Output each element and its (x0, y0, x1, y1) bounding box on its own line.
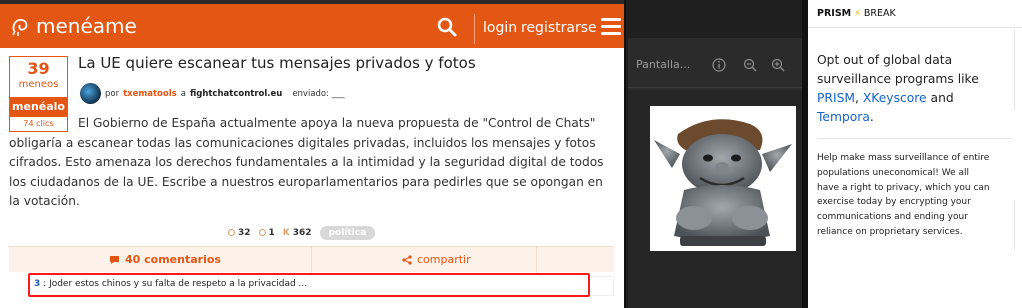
login-link[interactable]: login (483, 20, 517, 36)
brand-rest: BREAK (863, 8, 896, 19)
logo-text: menéame (36, 14, 137, 38)
comment-separator: : (43, 279, 47, 289)
karma: K 362 (282, 228, 312, 238)
prism-body: Help make mass surveillance of entire po… (817, 153, 990, 237)
divider (817, 138, 1012, 139)
viewer-titlebar (628, 0, 802, 38)
sent-label: enviado: ___ (292, 88, 345, 99)
category-tag[interactable]: política (319, 226, 376, 240)
comment-number: 3 (34, 279, 41, 289)
prism-header: PRISM ⚡ BREAK (808, 0, 1022, 28)
action-divider (311, 247, 312, 273)
votes-label: meneos (18, 79, 59, 90)
card-edge (1014, 30, 1022, 110)
comments-icon (110, 255, 119, 264)
brand-bold: PRISM (817, 8, 852, 19)
info-icon[interactable] (712, 58, 726, 72)
comments-button[interactable]: 40 comentarios (109, 253, 221, 266)
karma-icon: K (282, 228, 290, 238)
prism-lead: Opt out of global data surveillance prog… (817, 51, 1001, 127)
image-viewer-window: Pantalla... (628, 0, 802, 308)
viewer-title: Pantalla... (636, 58, 691, 71)
story-actions: 40 comentarios compartir (9, 246, 614, 273)
avatar[interactable] (80, 83, 101, 104)
prism-break-window: PRISM ⚡ BREAK Opt out of global data sur… (808, 0, 1022, 308)
positive-vote-icon (228, 229, 235, 236)
story-stats: 32 1 K 362 política (228, 226, 376, 240)
xkeyscore-link[interactable]: XKeyscore (863, 91, 927, 105)
lead-comma: , (855, 91, 859, 105)
negative-vote-icon (258, 229, 266, 236)
meta-prefix: por (105, 88, 120, 99)
zoom-out-icon[interactable] (743, 58, 757, 72)
troll-figure-icon (654, 119, 792, 246)
card-edge (1014, 200, 1022, 250)
positive-votes: 32 (228, 228, 251, 238)
votes-number: 39 (27, 59, 50, 78)
header-divider (474, 14, 475, 44)
story-meta: por txematools a fightchatcontrol.eu env… (80, 83, 344, 104)
bolt-icon: ⚡ (854, 8, 861, 19)
tempora-link[interactable]: Tempora (817, 110, 870, 124)
share-button[interactable]: compartir (402, 253, 471, 266)
troll-image (650, 106, 796, 251)
story-body: El Gobierno de España actualmente apoya … (9, 116, 604, 208)
search-icon[interactable] (437, 17, 457, 37)
action-divider (536, 247, 537, 273)
comment-text: Joder estos chinos y su falta de respeto… (49, 279, 308, 289)
vote-count: 39 meneos (9, 56, 68, 97)
comment-side (590, 276, 614, 296)
negative-votes: 1 (258, 228, 275, 238)
site-header: menéame login registrarse (0, 4, 624, 48)
meneame-logo-icon (12, 19, 28, 36)
meta-a: a (180, 88, 186, 99)
share-label: compartir (417, 253, 471, 266)
comment-preview[interactable]: 3 : Joder estos chinos y su falta de res… (28, 273, 590, 297)
domain-link[interactable]: fightchatcontrol.eu (190, 89, 282, 99)
register-link[interactable]: registrarse (521, 20, 597, 36)
meneame-window: menéame login registrarse 39 meneos mené… (0, 0, 626, 308)
comments-label: 40 comentarios (125, 253, 221, 266)
lead-period: . (869, 110, 874, 124)
prism-link[interactable]: PRISM (817, 91, 855, 105)
share-icon (402, 254, 412, 265)
lead-text: Opt out of global data surveillance prog… (817, 53, 979, 86)
story-title[interactable]: La UE quiere escanear tus mensajes priva… (78, 54, 618, 72)
author-link[interactable]: txematools (123, 89, 177, 99)
prism-brand[interactable]: PRISM ⚡ BREAK (817, 8, 896, 19)
zoom-in-icon[interactable] (771, 58, 785, 72)
hamburger-menu-icon[interactable] (601, 18, 621, 36)
and-text: and (930, 91, 954, 105)
site-logo[interactable]: menéame (10, 14, 137, 38)
